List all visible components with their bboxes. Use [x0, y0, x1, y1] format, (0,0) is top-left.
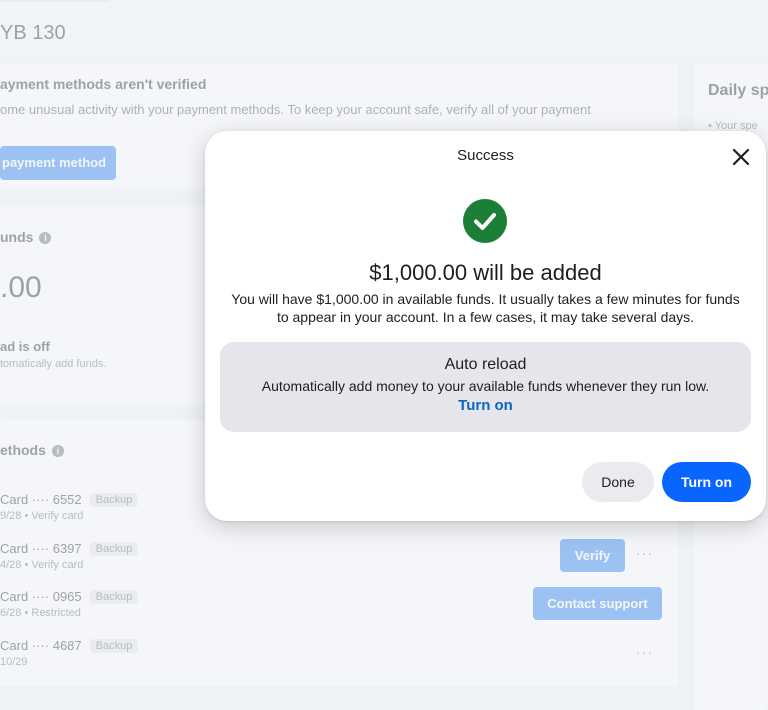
auto-reload-status: ad is off [0, 339, 50, 354]
info-icon[interactable]: i [51, 445, 64, 457]
more-options-icon[interactable]: ··· [636, 545, 653, 561]
warning-text: ome unusual activity with your payment m… [0, 102, 591, 117]
card-sub: 6/28 • Restricted [0, 607, 81, 619]
auto-reload-sub: tomatically add funds. [0, 358, 107, 370]
card-number: Card ···· 0965 [0, 589, 82, 604]
backup-badge: Backup [89, 493, 139, 507]
card-number: Card ···· 4687 [0, 638, 82, 653]
info-icon[interactable]: i [39, 232, 52, 244]
done-button[interactable]: Done [582, 462, 654, 502]
payment-methods-title: ethods i [0, 442, 64, 458]
card-name: Card ···· 4687 Backup [0, 638, 139, 653]
auto-reload-turn-on-link[interactable]: Turn on [220, 397, 751, 414]
backup-badge: Backup [89, 542, 139, 556]
payment-method-row[interactable]: Card ···· 0965 Backup 6/28 • Restricted C… [0, 587, 678, 629]
turn-on-button[interactable]: Turn on [662, 462, 751, 502]
verify-payment-method-button[interactable]: payment method [0, 146, 116, 180]
card-sub: 9/28 • Verify card [0, 510, 84, 522]
success-dialog: Success $1,000.00 will be added You will… [205, 131, 766, 521]
warning-title: ayment methods aren't verified [0, 76, 207, 92]
backup-badge: Backup [89, 590, 139, 604]
check-circle-icon [463, 199, 507, 243]
header-divider [0, 0, 110, 2]
funds-title-text: unds [0, 229, 34, 245]
card-sub: 10/29 [0, 656, 28, 668]
funds-title: unds i [0, 229, 52, 245]
success-headline: $1,000.00 will be added [369, 260, 602, 285]
success-description: You will have $1,000.00 in available fun… [231, 291, 740, 325]
payment-method-row[interactable]: Card ···· 4687 Backup 10/29 ··· [0, 638, 678, 678]
card-name: Card ···· 6552 Backup [0, 492, 139, 507]
funds-amount: .00 [0, 271, 42, 304]
card-number: Card ···· 6397 [0, 541, 82, 556]
contact-support-button[interactable]: Contact support [533, 587, 662, 620]
card-number: Card ···· 6552 [0, 492, 82, 507]
auto-reload-text: Automatically add money to your availabl… [261, 378, 710, 394]
page-header: YB 130 [0, 0, 768, 62]
backup-badge: Backup [89, 639, 139, 653]
payment-methods-title-text: ethods [0, 442, 46, 458]
verify-button[interactable]: Verify [560, 539, 625, 572]
card-name: Card ···· 0965 Backup [0, 589, 139, 604]
auto-reload-title: Auto reload [444, 356, 527, 373]
close-icon[interactable] [729, 145, 753, 169]
card-name: Card ···· 6397 Backup [0, 541, 139, 556]
account-title: YB 130 [0, 22, 66, 44]
card-sub: 4/28 • Verify card [0, 559, 84, 571]
payment-method-row[interactable]: Card ···· 6397 Backup 4/28 • Verify card … [0, 539, 678, 581]
daily-spend-title: Daily sp [708, 82, 768, 99]
more-options-icon[interactable]: ··· [636, 644, 653, 660]
auto-reload-panel: Auto reload Automatically add money to y… [220, 342, 751, 432]
dialog-title: Success [457, 147, 514, 164]
